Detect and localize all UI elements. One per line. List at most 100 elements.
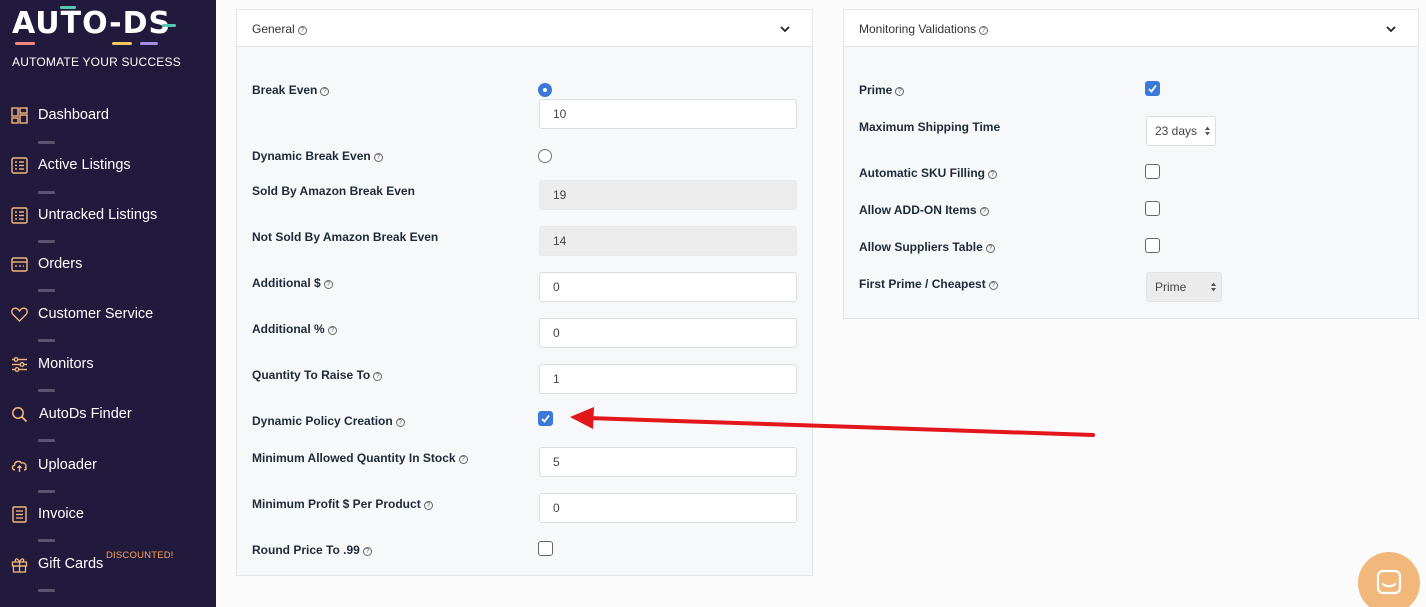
break-even-radio[interactable] — [538, 83, 552, 97]
logo-accent-bar — [140, 42, 158, 45]
help-icon[interactable]: ? — [979, 26, 989, 35]
additional-percent-input[interactable]: 0 — [539, 318, 797, 348]
prime-label: Prime? — [859, 83, 905, 97]
panel-title: Monitoring Validations? — [859, 22, 989, 36]
select-arrows-icon — [1211, 282, 1216, 292]
help-icon[interactable]: ? — [988, 281, 998, 290]
round-price-label: Round Price To .99? — [252, 543, 372, 557]
additional-percent-label: Additional %? — [252, 322, 337, 336]
allow-suppliers-checkbox[interactable] — [1145, 238, 1160, 253]
allow-addon-checkbox[interactable] — [1145, 201, 1160, 216]
prime-checkbox[interactable] — [1145, 81, 1160, 96]
help-icon[interactable]: ? — [373, 372, 383, 381]
min-quantity-input[interactable]: 5 — [539, 447, 797, 477]
nav-divider — [38, 240, 55, 243]
red-arrow-annotation — [570, 407, 1095, 437]
help-icon[interactable]: ? — [395, 418, 405, 427]
nav-divider — [38, 339, 55, 342]
chevron-down-icon[interactable] — [778, 22, 792, 36]
additional-dollar-input[interactable]: 0 — [539, 272, 797, 302]
quantity-raise-input[interactable]: 1 — [539, 364, 797, 394]
dynamic-policy-label: Dynamic Policy Creation? — [252, 414, 405, 428]
not-sold-by-amazon-label: Not Sold By Amazon Break Even — [252, 230, 439, 244]
max-shipping-label: Maximum Shipping Time — [859, 120, 1001, 134]
help-icon[interactable]: ? — [327, 326, 337, 335]
sidebar-item-monitors[interactable]: Monitors — [0, 350, 216, 378]
checkmark-icon — [541, 414, 550, 423]
chat-icon — [1376, 569, 1402, 595]
sidebar-item-label: Orders — [38, 256, 83, 272]
first-prime-label: First Prime / Cheapest? — [859, 277, 998, 291]
max-shipping-value: 23 days — [1155, 124, 1198, 138]
help-icon[interactable]: ? — [362, 547, 372, 556]
autods-logo[interactable]: AUTO-DS — [12, 6, 171, 41]
min-quantity-label: Minimum Allowed Quantity In Stock? — [252, 451, 468, 465]
max-shipping-select[interactable]: 23 days — [1146, 116, 1216, 146]
help-icon[interactable]: ? — [297, 26, 307, 35]
additional-dollar-label: Additional $? — [252, 276, 333, 290]
nav-divider — [38, 589, 55, 592]
dashboard-icon — [11, 107, 28, 124]
chat-launcher-button[interactable] — [1358, 552, 1420, 607]
help-icon[interactable]: ? — [458, 455, 468, 464]
brand-tagline: AUTOMATE YOUR SUCCESS — [12, 55, 181, 69]
sidebar-item-label: Uploader — [38, 457, 97, 473]
help-icon[interactable]: ? — [979, 207, 989, 216]
sold-by-amazon-input: 19 — [539, 180, 797, 210]
sidebar-item-label: Active Listings — [38, 157, 131, 173]
break-even-label: Break Even? — [252, 83, 330, 97]
search-icon — [12, 407, 28, 423]
sidebar-item-customer-service[interactable]: Customer Service — [0, 300, 216, 328]
sidebar-item-gift-cards[interactable]: Gift Cards DISCOUNTED! — [0, 550, 216, 578]
monitoring-panel-header[interactable]: Monitoring Validations? — [844, 10, 1418, 47]
dynamic-break-even-label: Dynamic Break Even? — [252, 149, 383, 163]
nav-divider — [38, 191, 55, 194]
break-even-input[interactable]: 10 — [539, 99, 797, 129]
select-arrows-icon — [1205, 126, 1210, 136]
min-profit-label: Minimum Profit $ Per Product? — [252, 497, 433, 511]
auto-sku-label: Automatic SKU Filling? — [859, 166, 997, 180]
sidebar-item-autods-finder[interactable]: AutoDs Finder — [0, 400, 216, 428]
dynamic-break-even-radio[interactable] — [538, 149, 552, 163]
help-icon[interactable]: ? — [895, 87, 905, 96]
sidebar: AUTO-DS AUTOMATE YOUR SUCCESS Dashboard … — [0, 0, 216, 607]
nav-divider — [38, 439, 55, 442]
dynamic-policy-checkbox[interactable] — [538, 411, 553, 426]
heart-icon — [11, 307, 28, 322]
first-prime-select[interactable]: Prime — [1146, 272, 1222, 302]
sidebar-item-untracked-listings[interactable]: Untracked Listings — [0, 201, 216, 229]
sidebar-item-uploader[interactable]: Uploader — [0, 451, 216, 479]
sidebar-item-active-listings[interactable]: Active Listings — [0, 151, 216, 179]
help-icon[interactable]: ? — [323, 280, 333, 289]
sidebar-item-label: Monitors — [38, 356, 94, 372]
min-profit-input[interactable]: 0 — [539, 493, 797, 523]
panel-title: General? — [252, 22, 307, 36]
sliders-icon — [12, 357, 27, 372]
help-icon[interactable]: ? — [373, 153, 383, 162]
monitoring-panel: Monitoring Validations? Prime? Maximum S… — [843, 9, 1419, 319]
list-icon — [11, 207, 28, 224]
sidebar-item-orders[interactable]: Orders — [0, 250, 216, 278]
auto-sku-checkbox[interactable] — [1145, 164, 1160, 179]
sidebar-item-label: Customer Service — [38, 306, 154, 322]
first-prime-value: Prime — [1155, 280, 1187, 294]
nav-divider — [38, 490, 55, 493]
help-icon[interactable]: ? — [423, 501, 433, 510]
sidebar-item-invoice[interactable]: Invoice — [0, 500, 216, 528]
general-panel-header[interactable]: General? — [237, 10, 812, 47]
nav-divider — [38, 539, 55, 542]
quantity-raise-label: Quantity To Raise To? — [252, 368, 383, 382]
chevron-down-icon[interactable] — [1384, 22, 1398, 36]
help-icon[interactable]: ? — [985, 244, 995, 253]
round-price-checkbox[interactable] — [538, 541, 553, 556]
help-icon[interactable]: ? — [988, 170, 997, 179]
sidebar-item-label: AutoDs Finder — [39, 406, 132, 422]
logo-accent-bar — [60, 6, 76, 9]
sidebar-item-label: Dashboard — [38, 107, 109, 123]
sold-by-amazon-label: Sold By Amazon Break Even — [252, 184, 415, 198]
sidebar-item-dashboard[interactable]: Dashboard — [0, 101, 216, 129]
help-icon[interactable]: ? — [320, 87, 330, 96]
sidebar-item-label: Gift Cards — [38, 556, 104, 572]
logo-accent-bar — [112, 42, 132, 45]
nav-divider — [38, 141, 55, 144]
